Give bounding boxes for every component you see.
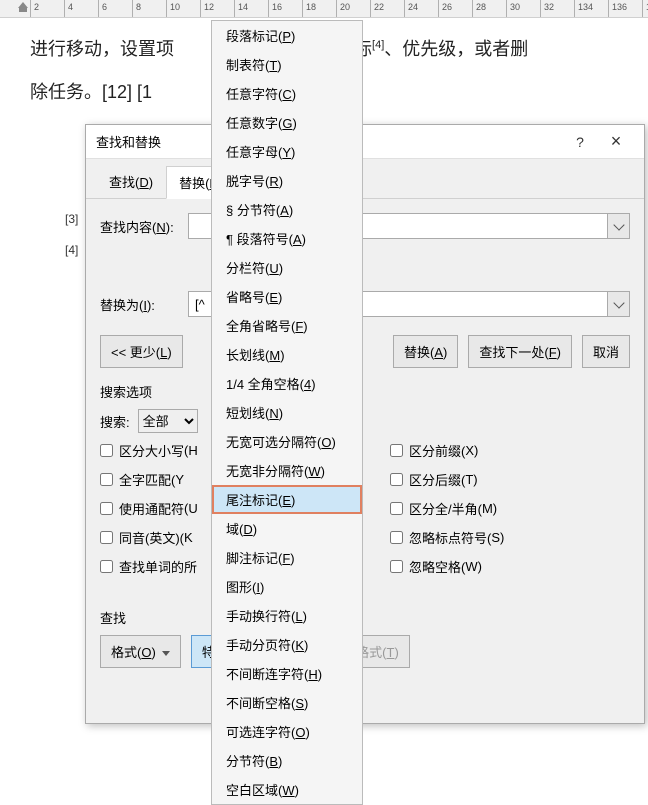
search-direction-select[interactable]: 全部 [138, 409, 198, 433]
menu-item[interactable]: 不间断空格(S) [212, 688, 362, 717]
menu-item[interactable]: 全角省略号(F) [212, 311, 362, 340]
ignore-space-checkbox[interactable]: 忽略空格(W) [390, 557, 630, 576]
menu-item[interactable]: 域(D) [212, 514, 362, 543]
dialog-body: 查找内容(N): 替换为(I): << 更少(L) 替换(A) 查找下一处(F)… [86, 199, 644, 596]
close-button[interactable]: × [598, 131, 634, 152]
menu-item[interactable]: 短划线(N) [212, 398, 362, 427]
chevron-down-icon [613, 219, 624, 230]
replace-label: 替换为(I): [100, 295, 188, 314]
special-format-menu: 段落标记(P)制表符(T)任意字符(C)任意数字(G)任意字母(Y)脱字号(R)… [211, 20, 363, 805]
menu-item[interactable]: 手动分页符(K) [212, 630, 362, 659]
replace-dropdown[interactable] [608, 291, 630, 317]
search-options-label: 搜索选项 [100, 382, 630, 401]
doc-text: 、优先级，或者删 [384, 39, 528, 59]
menu-item[interactable]: 不间断连字符(H) [212, 659, 362, 688]
ruler: 2468101214161820222426283032134136138 [0, 0, 648, 18]
footer-label: 查找 [100, 608, 630, 627]
menu-item[interactable]: 长划线(M) [212, 340, 362, 369]
indent-marker[interactable] [18, 2, 28, 14]
menu-item[interactable]: 脚注标记(F) [212, 543, 362, 572]
menu-item[interactable]: 段落标记(P) [212, 21, 362, 50]
chevron-down-icon [613, 297, 624, 308]
menu-item[interactable]: 可选连字符(O) [212, 717, 362, 746]
footnote-ref[interactable]: [4] [372, 39, 384, 51]
menu-item[interactable]: 脱字号(R) [212, 166, 362, 195]
titlebar: 查找和替换 ? × [86, 125, 644, 159]
ignore-punct-checkbox[interactable]: 忽略标点符号(S) [390, 528, 630, 547]
menu-item[interactable]: 图形(I) [212, 572, 362, 601]
help-button[interactable]: ? [562, 134, 598, 150]
menu-item[interactable]: 分栏符(U) [212, 253, 362, 282]
menu-item[interactable]: 尾注标记(E) [212, 485, 362, 514]
find-next-button[interactable]: 查找下一处(F) [468, 335, 572, 368]
menu-item[interactable]: 无宽非分隔符(W) [212, 456, 362, 485]
match-prefix-checkbox[interactable]: 区分前缀(X) [390, 441, 630, 460]
format-button[interactable]: 格式(O) [100, 635, 181, 668]
find-label: 查找内容(N): [100, 217, 188, 236]
doc-text: 进行移动，设置项 [30, 39, 174, 59]
menu-item[interactable]: 任意字母(Y) [212, 137, 362, 166]
menu-item[interactable]: ¶ 段落符号(A) [212, 224, 362, 253]
menu-item[interactable]: 手动换行符(L) [212, 601, 362, 630]
menu-item[interactable]: 制表符(T) [212, 50, 362, 79]
dialog-footer: 查找 格式(O) 特殊格式(E) 不限定格式(T) [86, 596, 644, 676]
menu-item[interactable]: 省略号(E) [212, 282, 362, 311]
tab-find[interactable]: 查找(D) [96, 165, 166, 198]
tab-bar: 查找(D) 替换(P [86, 159, 644, 199]
menu-item[interactable]: 1/4 全角空格(4) [212, 369, 362, 398]
replace-all-button[interactable]: 替换(A) [393, 335, 458, 368]
search-direction-label: 搜索: [100, 412, 130, 431]
menu-item[interactable]: 无宽可选分隔符(O) [212, 427, 362, 456]
less-button[interactable]: << 更少(L) [100, 335, 183, 368]
find-dropdown[interactable] [608, 213, 630, 239]
footnote-area: [3] [4] [65, 204, 78, 266]
find-replace-dialog: 查找和替换 ? × 查找(D) 替换(P 查找内容(N): 替换为(I): <<… [85, 124, 645, 724]
match-suffix-checkbox[interactable]: 区分后缀(T) [390, 470, 630, 489]
match-width-checkbox[interactable]: 区分全/半角(M) [390, 499, 630, 518]
menu-item[interactable]: 分节符(B) [212, 746, 362, 775]
cancel-button[interactable]: 取消 [582, 335, 630, 368]
menu-item[interactable]: 空白区域(W) [212, 775, 362, 804]
footnote-ref: [3] [65, 204, 78, 235]
footnote-ref: [4] [65, 235, 78, 266]
menu-item[interactable]: § 分节符(A) [212, 195, 362, 224]
doc-text: 除任务。[12] [1 [30, 82, 152, 102]
menu-item[interactable]: 任意数字(G) [212, 108, 362, 137]
menu-item[interactable]: 任意字符(C) [212, 79, 362, 108]
